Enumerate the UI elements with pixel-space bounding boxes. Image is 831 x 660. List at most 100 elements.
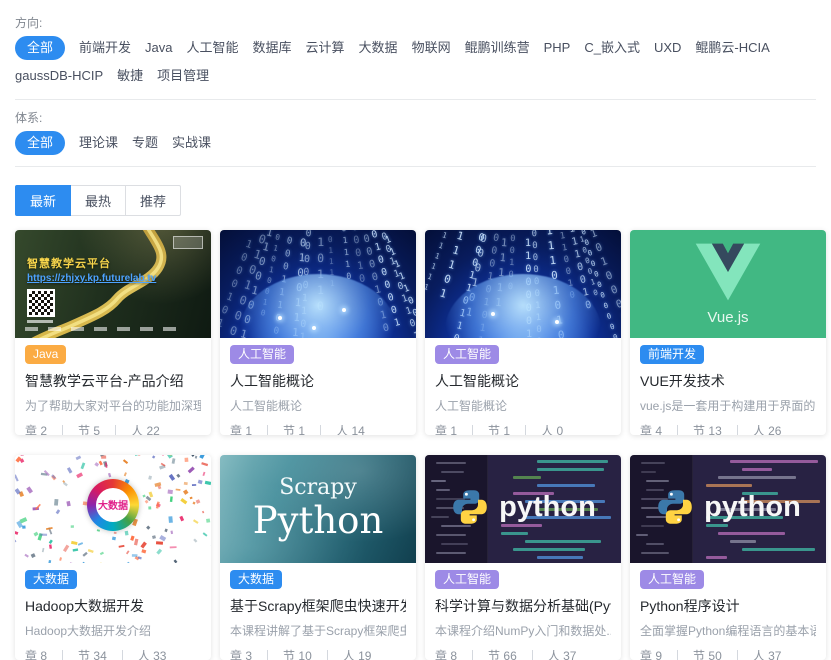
course-cover-hadoop: 大数据 <box>15 455 211 563</box>
category-tag: 大数据 <box>25 570 77 589</box>
course-card-body: 大数据 Hadoop大数据开发 Hadoop大数据开发介绍 章 8 节 34 人… <box>15 563 211 660</box>
course-stats: 章 2 节 5 人 22 <box>25 422 201 435</box>
system-item-all[interactable]: 全部 <box>15 131 65 155</box>
system-item-special[interactable]: 专题 <box>132 131 158 155</box>
python-label: python <box>499 491 596 524</box>
direction-item-all[interactable]: 全部 <box>15 36 65 60</box>
qr-caption-decoration <box>27 320 53 323</box>
tab-hottest[interactable]: 最热 <box>70 185 126 216</box>
people-stat: 人 37 <box>753 647 782 660</box>
people-stat: 人 26 <box>753 422 782 435</box>
course-cover-python: python <box>630 455 826 563</box>
course-title[interactable]: Python程序设计 <box>640 596 816 616</box>
stat-separator <box>122 650 123 660</box>
course-card[interactable]: Scrapy Python 大数据 基于Scrapy框架爬虫快速开发(... 本… <box>220 455 416 660</box>
cover-logo-mark <box>173 236 203 249</box>
direction-item-bigdata[interactable]: 大数据 <box>359 36 398 60</box>
people-stat: 人 0 <box>541 422 563 435</box>
direction-item-ai[interactable]: 人工智能 <box>187 36 239 60</box>
stat-separator <box>320 425 321 436</box>
chapter-stat: 章 1 <box>230 422 252 435</box>
network-node-decoration <box>491 312 495 316</box>
direction-item-embedded[interactable]: C_嵌入式 <box>584 36 640 60</box>
tab-recommended[interactable]: 推荐 <box>125 185 181 216</box>
stat-separator <box>267 425 268 436</box>
course-stats: 章 1 节 1 人 14 <box>230 422 406 435</box>
direction-item-agile[interactable]: 敏捷 <box>117 64 143 88</box>
course-title[interactable]: 人工智能概论 <box>435 371 611 391</box>
course-title[interactable]: 人工智能概论 <box>230 371 406 391</box>
category-tag: 前端开发 <box>640 345 704 364</box>
python-label: python <box>704 491 801 524</box>
stat-separator <box>115 425 116 436</box>
stat-separator <box>737 650 738 660</box>
course-card[interactable]: 1000101100101000111100100101010010000111… <box>220 230 416 435</box>
course-card[interactable]: Vue.js 前端开发 VUE开发技术 vue.js是一套用于构建用于界面的..… <box>630 230 826 435</box>
people-stat: 人 19 <box>343 647 372 660</box>
course-stats: 章 1 节 1 人 0 <box>435 422 611 435</box>
category-tag: Java <box>25 345 66 364</box>
people-stat: 人 22 <box>131 422 160 435</box>
network-node-decoration <box>278 316 282 320</box>
cover-footer-decoration <box>25 327 177 331</box>
course-cover-python: python <box>425 455 621 563</box>
direction-item-cloud[interactable]: 云计算 <box>306 36 345 60</box>
direction-item-kunpeng-camp[interactable]: 鲲鹏训练营 <box>465 36 530 60</box>
cover-platform-title: 智慧教学云平台 <box>27 255 111 271</box>
course-cover-ai: 1000101100101000111100100101010010000111… <box>220 230 416 338</box>
course-card-body: 人工智能 人工智能概论 人工智能概论 章 1 节 1 人 0 <box>425 338 621 435</box>
vue-logo-icon <box>689 241 767 303</box>
direction-filter-section: 方向: 全部 前端开发 Java 人工智能 数据库 云计算 大数据 物联网 鲲鹏… <box>15 14 816 88</box>
direction-item-uxd[interactable]: UXD <box>654 36 681 60</box>
python-logo-icon <box>655 487 695 527</box>
category-tag: 人工智能 <box>640 570 704 589</box>
category-tag: 人工智能 <box>435 570 499 589</box>
course-card-body: 人工智能 人工智能概论 人工智能概论 章 1 节 1 人 14 <box>220 338 416 435</box>
course-stats: 章 9 节 50 人 37 <box>640 647 816 660</box>
category-tag: 人工智能 <box>230 345 294 364</box>
network-node-decoration <box>312 326 316 330</box>
stat-separator <box>472 425 473 436</box>
course-card[interactable]: 智慧教学云平台 https://zhjxy.kp.futurelab.tv Ja… <box>15 230 211 435</box>
direction-item-frontend[interactable]: 前端开发 <box>79 36 131 60</box>
course-card-body: 人工智能 Python程序设计 全面掌握Python编程语言的基本语... 章 … <box>630 563 826 660</box>
course-card-grid: 智慧教学云平台 https://zhjxy.kp.futurelab.tv Ja… <box>15 230 816 660</box>
course-desc: 为了帮助大家对平台的功能加深理... <box>25 397 201 414</box>
section-stat: 节 5 <box>78 422 100 435</box>
direction-item-java[interactable]: Java <box>145 36 172 60</box>
course-stats: 章 4 节 13 人 26 <box>640 422 816 435</box>
stat-separator <box>737 425 738 436</box>
course-title[interactable]: 基于Scrapy框架爬虫快速开发(... <box>230 596 406 616</box>
course-cover-zhjxy: 智慧教学云平台 https://zhjxy.kp.futurelab.tv <box>15 230 211 338</box>
system-item-practical[interactable]: 实战课 <box>172 131 211 155</box>
chapter-stat: 章 4 <box>640 422 662 435</box>
qr-code <box>27 289 55 317</box>
course-title[interactable]: 科学计算与数据分析基础(Pyth... <box>435 596 611 616</box>
course-card-body: 人工智能 科学计算与数据分析基础(Pyth... 本课程介绍NumPy入门和数据… <box>425 563 621 660</box>
category-tag: 大数据 <box>230 570 282 589</box>
section-stat: 节 66 <box>488 647 517 660</box>
course-card[interactable]: 1111111110100011011001100001010001010111… <box>425 230 621 435</box>
direction-item-php[interactable]: PHP <box>544 36 571 60</box>
course-card[interactable]: 大数据 大数据 Hadoop大数据开发 Hadoop大数据开发介绍 章 8 节 … <box>15 455 211 660</box>
course-card[interactable]: python 人工智能 Python程序设计 全面掌握Python编程语言的基本… <box>630 455 826 660</box>
system-item-theory[interactable]: 理论课 <box>79 131 118 155</box>
direction-item-gaussdb-hcip[interactable]: gaussDB-HCIP <box>15 64 103 88</box>
direction-item-iot[interactable]: 物联网 <box>412 36 451 60</box>
section-stat: 节 34 <box>78 647 107 660</box>
direction-filter-row: 全部 前端开发 Java 人工智能 数据库 云计算 大数据 物联网 鲲鹏训练营 … <box>15 36 816 88</box>
course-cover-ai: 1111111110100011011001100001010001010111… <box>425 230 621 338</box>
direction-item-kunpeng-hcia[interactable]: 鲲鹏云-HCIA <box>695 36 769 60</box>
direction-item-database[interactable]: 数据库 <box>253 36 292 60</box>
course-card[interactable]: python 人工智能 科学计算与数据分析基础(Pyth... 本课程介绍Num… <box>425 455 621 660</box>
stat-separator <box>62 425 63 436</box>
vue-label: Vue.js <box>707 309 748 326</box>
course-title[interactable]: 智慧教学云平台-产品介绍 <box>25 371 201 391</box>
course-title[interactable]: Hadoop大数据开发 <box>25 596 201 616</box>
direction-item-project-mgmt[interactable]: 项目管理 <box>157 64 209 88</box>
course-title[interactable]: VUE开发技术 <box>640 371 816 391</box>
tab-newest[interactable]: 最新 <box>15 185 71 216</box>
chapter-stat: 章 2 <box>25 422 47 435</box>
course-catalog-page: 方向: 全部 前端开发 Java 人工智能 数据库 云计算 大数据 物联网 鲲鹏… <box>0 0 831 660</box>
chapter-stat: 章 9 <box>640 647 662 660</box>
